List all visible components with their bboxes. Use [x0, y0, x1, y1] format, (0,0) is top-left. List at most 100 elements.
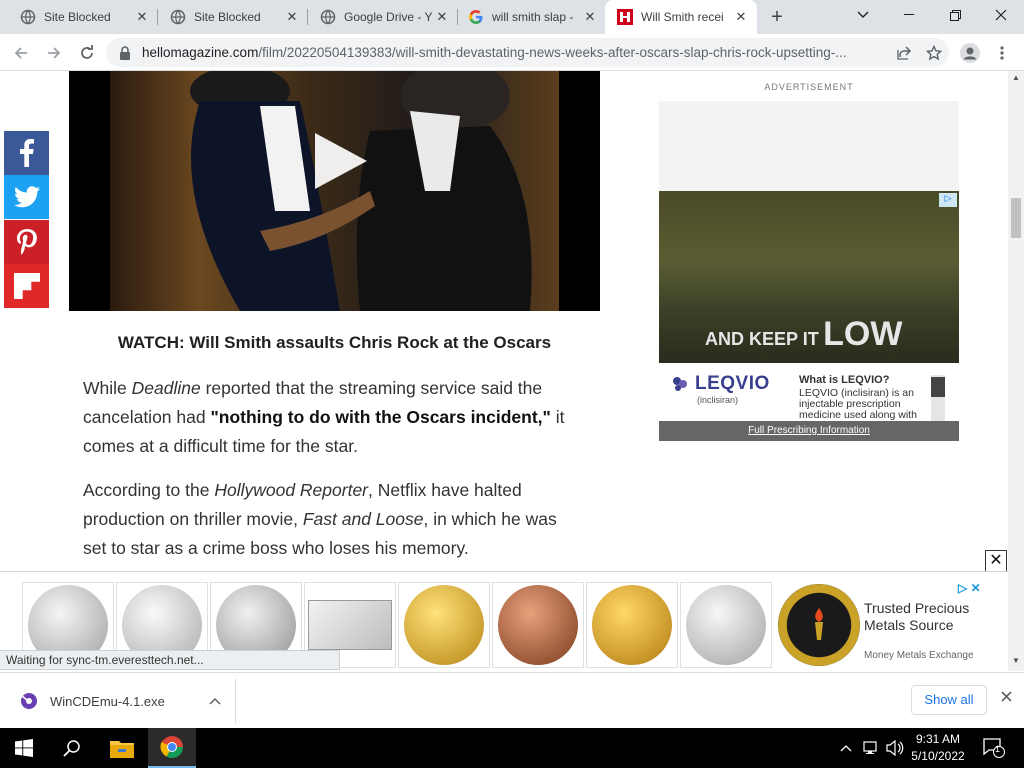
- bookmark-button[interactable]: [919, 44, 949, 61]
- tab-close-icon[interactable]: ✕: [284, 9, 300, 25]
- text-run: According to the: [83, 480, 215, 500]
- reload-button[interactable]: [75, 41, 99, 65]
- search-icon: [63, 740, 80, 757]
- share-facebook-button[interactable]: [4, 131, 49, 175]
- italic-text: Deadline: [131, 378, 201, 398]
- close-sticky-ad-button[interactable]: ✕: [985, 550, 1007, 572]
- ad-brand: LEQVIO: [695, 373, 770, 394]
- tab-title: Google Drive - Y: [344, 10, 433, 24]
- share-page-button[interactable]: [889, 45, 919, 60]
- close-shelf-button[interactable]: [996, 689, 1016, 709]
- money-metals-logo[interactable]: [778, 584, 860, 666]
- adchoices-icon[interactable]: ▷: [939, 193, 957, 207]
- lock-icon[interactable]: [118, 45, 132, 60]
- chevron-up-icon: [840, 745, 852, 752]
- url-text[interactable]: hellomagazine.com/film/20220504139383/wi…: [142, 45, 889, 60]
- side-ad-image[interactable]: ▷ AND KEEP IT LOW: [659, 191, 959, 363]
- italic-text: Fast and Loose: [302, 509, 424, 529]
- avatar-icon: [960, 43, 980, 63]
- star-icon: [926, 44, 942, 60]
- status-bar: Waiting for sync-tm.everesttech.net...: [0, 650, 340, 670]
- silver-bar: [308, 600, 392, 650]
- adchoices-icon[interactable]: ▷ ✕: [958, 581, 981, 595]
- coin-image[interactable]: [398, 582, 490, 668]
- action-center-button[interactable]: 1: [982, 738, 1006, 758]
- share-twitter-button[interactable]: [4, 175, 49, 219]
- tab-hello-magazine[interactable]: Will Smith recei ✕: [605, 0, 757, 34]
- share-pinterest-button[interactable]: [4, 220, 49, 264]
- back-button[interactable]: [9, 41, 33, 65]
- file-explorer-button[interactable]: [98, 728, 146, 768]
- volume-icon[interactable]: [885, 738, 905, 758]
- coin-image[interactable]: [586, 582, 678, 668]
- play-icon[interactable]: [313, 133, 369, 189]
- ad-slogan-small: AND KEEP IT: [705, 329, 819, 349]
- more-vert-icon: [1000, 46, 1004, 60]
- show-all-downloads-button[interactable]: Show all: [911, 685, 987, 715]
- browser-toolbar: hellomagazine.com/film/20220504139383/wi…: [0, 34, 1024, 71]
- download-item[interactable]: WinCDEmu-4.1.exe: [0, 679, 236, 723]
- tab-search-button[interactable]: [840, 0, 886, 30]
- show-hidden-icons-button[interactable]: [836, 738, 856, 758]
- video-thumbnail: [110, 71, 559, 311]
- hello-icon: [617, 9, 633, 25]
- page-scrollbar[interactable]: ▲ ▼: [1008, 71, 1024, 671]
- close-window-button[interactable]: [978, 0, 1024, 30]
- ad-brand-sub: (inclisiran): [697, 395, 739, 405]
- side-ad-info[interactable]: LEQVIO (inclisiran) What is LEQVIO? LEQV…: [659, 363, 959, 421]
- ad-scrollbar[interactable]: [931, 375, 945, 421]
- tab-google-search[interactable]: will smith slap - ✕: [448, 0, 606, 34]
- download-file-name: WinCDEmu-4.1.exe: [50, 693, 165, 709]
- ad-scroll-thumb[interactable]: [931, 377, 945, 397]
- installer-icon: [21, 693, 37, 709]
- tab-close-icon[interactable]: ✕: [582, 9, 598, 25]
- notification-count: 1: [995, 744, 1001, 754]
- restore-icon: [949, 9, 961, 21]
- search-button[interactable]: [48, 728, 96, 768]
- new-tab-button[interactable]: +: [766, 7, 788, 29]
- network-icon[interactable]: [861, 738, 881, 758]
- minimize-button[interactable]: [886, 0, 932, 30]
- tab-site-blocked-1[interactable]: Site Blocked ✕: [0, 0, 158, 34]
- scroll-down-arrow[interactable]: ▼: [1008, 656, 1024, 668]
- prescribing-info-link[interactable]: Full Prescribing Information: [659, 421, 959, 441]
- advertisement-label: ADVERTISEMENT: [764, 82, 854, 92]
- sticky-ad-advertiser[interactable]: Money Metals Exchange: [864, 650, 974, 661]
- url-path: /film/20220504139383/will-smith-devastat…: [258, 45, 847, 60]
- address-bar[interactable]: hellomagazine.com/film/20220504139383/wi…: [106, 38, 949, 67]
- close-icon: [1000, 691, 1012, 702]
- tab-close-icon[interactable]: ✕: [134, 9, 150, 25]
- page-content: WATCH: Will Smith assaults Chris Rock at…: [0, 71, 1008, 571]
- coin-image[interactable]: [492, 582, 584, 668]
- scrollbar-thumb[interactable]: [1011, 198, 1021, 238]
- restore-button[interactable]: [932, 0, 978, 30]
- ad-slogan: AND KEEP IT LOW: [705, 315, 902, 354]
- browser-menu-button[interactable]: [990, 41, 1014, 65]
- tab-site-blocked-2[interactable]: Site Blocked ✕: [150, 0, 308, 34]
- clock-time: 9:31 AM: [915, 732, 961, 746]
- share-flipboard-button[interactable]: [4, 264, 49, 308]
- chevron-up-icon[interactable]: [209, 694, 221, 708]
- start-button[interactable]: [0, 728, 48, 768]
- tab-close-icon[interactable]: ✕: [733, 9, 749, 25]
- chrome-taskbar-button[interactable]: [148, 728, 196, 768]
- scroll-up-arrow[interactable]: ▲: [1008, 73, 1024, 85]
- ad-body: LEQVIO (inclisiran) is an injectable pre…: [799, 388, 917, 421]
- italic-text: Hollywood Reporter: [214, 480, 369, 500]
- clock-date: 5/10/2022: [911, 749, 965, 763]
- chevron-down-icon: [857, 11, 869, 18]
- globe-icon: [320, 9, 336, 25]
- reload-icon: [81, 45, 93, 59]
- pinterest-icon: [16, 229, 37, 255]
- torch-icon: [815, 608, 823, 640]
- arrow-left-icon: [14, 47, 27, 59]
- facebook-icon: [19, 139, 34, 167]
- tab-google-drive[interactable]: Google Drive - Y ✕: [300, 0, 458, 34]
- taskbar-clock[interactable]: 9:31 AM 5/10/2022: [905, 731, 971, 765]
- sticky-ad-headline[interactable]: Trusted Precious Metals Source: [864, 600, 994, 634]
- profile-button[interactable]: [958, 41, 982, 65]
- ad-question: What is LEQVIO?: [799, 374, 890, 386]
- coin-image[interactable]: [680, 582, 772, 668]
- video-player[interactable]: [69, 71, 600, 311]
- forward-button[interactable]: [42, 41, 66, 65]
